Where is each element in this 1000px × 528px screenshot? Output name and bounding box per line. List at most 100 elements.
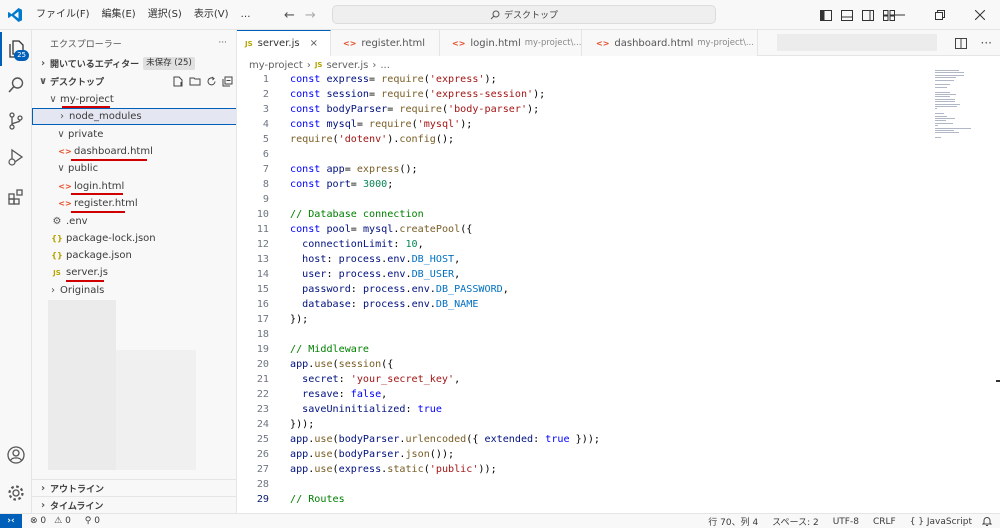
tree-file-package-lock-json[interactable]: {} package-lock.json [32, 230, 236, 247]
code-line[interactable]: 24})); [237, 417, 937, 432]
code-line[interactable]: 20 app.use(session({ [237, 357, 937, 372]
code-line[interactable]: 11 const pool= mysql.createPool({ [237, 222, 937, 237]
chevron-right-icon: › [40, 499, 46, 511]
new-folder-icon[interactable] [189, 76, 201, 87]
new-file-icon[interactable] [173, 76, 184, 87]
notifications-bell-icon[interactable] [982, 516, 992, 526]
problems-warnings[interactable]: ⚠ 0 [54, 516, 71, 526]
code-text: }); [290, 314, 309, 325]
menu-edit[interactable]: 編集(E) [96, 0, 142, 30]
code-line[interactable]: 23 saveUninitialized: true [237, 402, 937, 417]
run-debug-icon[interactable] [0, 140, 32, 174]
tree-file-server-js[interactable]: JS server.js [32, 264, 236, 281]
tree-folder-node-modules[interactable]: › node_modules [32, 108, 236, 125]
code-line[interactable]: 22 resave: false, [237, 387, 937, 402]
tab-label: server.js [257, 38, 300, 49]
code-line[interactable]: 6 [237, 147, 937, 162]
indentation[interactable]: スペース: 2 [772, 515, 819, 528]
extensions-icon[interactable] [0, 180, 32, 214]
tab-register-html[interactable]: <> register.html [331, 30, 440, 56]
minimap-line [935, 125, 938, 127]
breadcrumb-file[interactable]: server.js [326, 60, 368, 71]
minimize-icon[interactable] [880, 0, 920, 30]
restore-icon[interactable] [920, 0, 960, 30]
tab-server-js[interactable]: JS server.js × [237, 30, 331, 56]
code-line[interactable]: 27 app.use(express.static('public')); [237, 462, 937, 477]
tree-file-dashboard-html[interactable]: <> dashboard.html [32, 143, 236, 160]
tab-login-html[interactable]: <> login.html my-project\... [440, 30, 582, 56]
open-editors-section[interactable]: › 開いているエディター 未保存 (25) [32, 55, 236, 72]
menu-more[interactable]: … [235, 0, 257, 30]
toggle-panel-icon[interactable] [836, 0, 857, 30]
account-icon[interactable] [0, 438, 32, 472]
code-text: password: process.env.DB_PASSWORD, [302, 284, 509, 295]
code-line[interactable]: 13 host: process.env.DB_HOST, [237, 252, 937, 267]
code-line[interactable]: 25 app.use(bodyParser.urlencoded({ extend… [237, 432, 937, 447]
command-center[interactable]: デスクトップ [332, 5, 716, 24]
remote-indicator-icon[interactable]: ›‹ [0, 513, 22, 528]
code-text: connectionLimit: 10, [302, 239, 424, 250]
tree-file-register-html[interactable]: <> register.html [32, 195, 236, 212]
menu-view[interactable]: 表示(V) [188, 0, 235, 30]
timeline-section[interactable]: › タイムライン [32, 496, 236, 513]
code-line[interactable]: 18 [237, 327, 937, 342]
code-line[interactable]: 5 require('dotenv').config(); [237, 132, 937, 147]
language-mode[interactable]: { } JavaScript [910, 517, 972, 527]
back-arrow-icon[interactable]: ← [284, 8, 295, 23]
menu-file[interactable]: ファイル(F) [30, 0, 96, 30]
code-line[interactable]: 12 connectionLimit: 10, [237, 237, 937, 252]
menu-selection[interactable]: 選択(S) [142, 0, 188, 30]
code-line[interactable]: 19 // Middleware [237, 342, 937, 357]
encoding[interactable]: UTF-8 [833, 517, 859, 527]
code-line[interactable]: 29 // Routes [237, 492, 937, 507]
code-line[interactable]: 9 [237, 192, 937, 207]
tree-file-env[interactable]: ⚙ .env [32, 213, 236, 230]
problems-errors[interactable]: ⊗ 0 [30, 516, 46, 526]
split-editor-icon[interactable] [954, 37, 967, 49]
workspace-section[interactable]: ∨ デスクトップ [32, 73, 236, 90]
tab-dashboard-html[interactable]: <> dashboard.html my-project\... [582, 30, 758, 56]
tree-folder-private[interactable]: ∨ private [32, 126, 236, 143]
outline-section[interactable]: › アウトライン [32, 479, 236, 496]
code-line[interactable]: 8 const port= 3000; [237, 177, 937, 192]
explorer-more-icon[interactable]: ··· [218, 38, 227, 48]
tree-file-package-json[interactable]: {} package.json [32, 247, 236, 264]
refresh-icon[interactable] [206, 76, 217, 87]
code-line[interactable]: 28 [237, 477, 937, 492]
breadcrumb-folder[interactable]: my-project [249, 60, 303, 71]
code-line[interactable]: 26 app.use(bodyParser.json()); [237, 447, 937, 462]
cursor-position[interactable]: 行 70、列 4 [708, 515, 758, 528]
end-of-line[interactable]: CRLF [873, 517, 896, 527]
tree-folder-public[interactable]: ∨ public [32, 160, 236, 177]
forward-arrow-icon[interactable]: → [305, 8, 316, 23]
code-line[interactable]: 17}); [237, 312, 937, 327]
collapse-all-icon[interactable] [222, 76, 233, 87]
minimap[interactable] [935, 70, 985, 190]
close-window-icon[interactable] [960, 0, 1000, 30]
code-line[interactable]: 1 const express= require('express'); [237, 72, 937, 87]
code-line[interactable]: 14 user: process.env.DB_USER, [237, 267, 937, 282]
tree-file-login-html[interactable]: <> login.html [32, 178, 236, 195]
ports-indicator[interactable]: ⚲ 0 [85, 516, 100, 526]
editor-area: JS server.js × <> register.html <> login… [237, 30, 1000, 513]
code-line[interactable]: 10 // Database connection [237, 207, 937, 222]
code-line[interactable]: 16 database: process.env.DB_NAME [237, 297, 937, 312]
code-line[interactable]: 7 const app= express(); [237, 162, 937, 177]
breadcrumb-symbol[interactable]: ... [380, 60, 390, 71]
source-control-icon[interactable] [0, 104, 32, 138]
more-actions-icon[interactable]: ··· [981, 36, 992, 50]
toggle-secondary-sidebar-icon[interactable] [857, 0, 878, 30]
code-line[interactable]: 4 const mysql= require('mysql'); [237, 117, 937, 132]
explorer-icon[interactable]: 25 [0, 32, 32, 66]
search-view-icon[interactable] [0, 68, 32, 102]
code-line[interactable]: 2 const session= require('express-session… [237, 87, 937, 102]
code-line[interactable]: 3 const bodyParser= require('body-parser'… [237, 102, 937, 117]
code-line[interactable]: 15 password: process.env.DB_PASSWORD, [237, 282, 937, 297]
toggle-primary-sidebar-icon[interactable] [815, 0, 836, 30]
close-tab-icon[interactable]: × [310, 38, 318, 49]
tree-folder-originals[interactable]: › Originals [32, 282, 236, 299]
settings-gear-icon[interactable] [0, 476, 32, 510]
html-file-icon: <> [58, 147, 72, 156]
code-line[interactable]: 21 secret: 'your_secret_key', [237, 372, 937, 387]
code-text: resave: false, [302, 389, 388, 400]
